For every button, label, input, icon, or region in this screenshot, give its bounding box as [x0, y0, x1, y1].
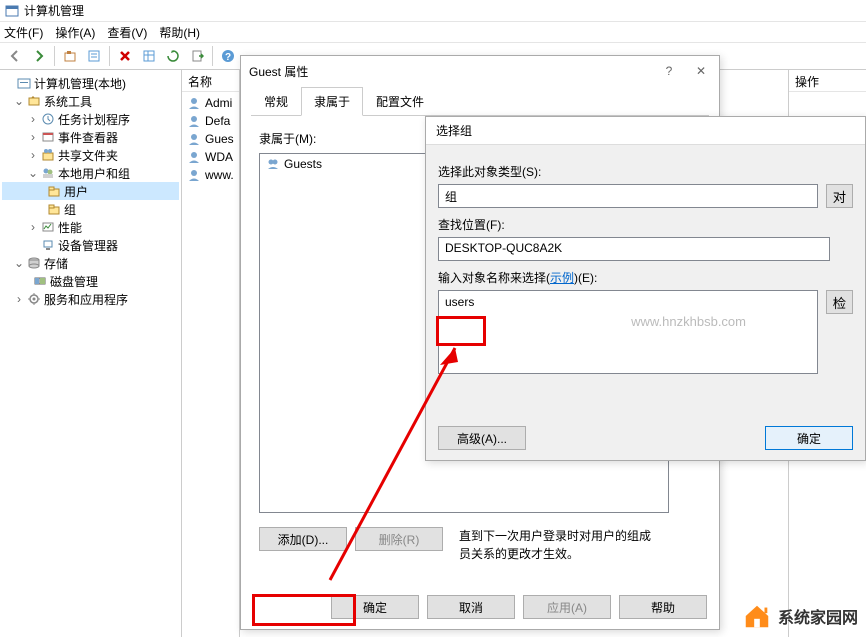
list-row[interactable]: Admi — [182, 94, 239, 112]
refresh-button[interactable] — [162, 45, 184, 67]
export-button[interactable] — [186, 45, 208, 67]
tree-root[interactable]: 计算机管理(本地) — [2, 74, 179, 92]
window-title: 计算机管理 — [24, 2, 84, 19]
forward-button[interactable] — [28, 45, 50, 67]
site-logo: 系统家园网 — [742, 601, 858, 631]
dialog-tabs: 常规 隶属于 配置文件 — [251, 86, 709, 116]
menu-help[interactable]: 帮助(H) — [159, 24, 200, 41]
menu-action[interactable]: 操作(A) — [55, 24, 95, 41]
menu-view[interactable]: 查看(V) — [107, 24, 147, 41]
object-names-input[interactable] — [438, 290, 818, 374]
tree-event-viewer[interactable]: ›事件查看器 — [2, 128, 179, 146]
user-icon — [186, 149, 202, 165]
object-types-button[interactable]: 对 — [826, 184, 853, 208]
list-header-name[interactable]: 名称 — [182, 70, 239, 92]
examples-link[interactable]: 示例 — [550, 271, 574, 285]
tree-device-manager[interactable]: 设备管理器 — [2, 236, 179, 254]
user-icon — [186, 95, 202, 111]
group-icon — [266, 157, 280, 171]
list-button[interactable] — [138, 45, 160, 67]
user-icon — [186, 167, 202, 183]
window-titlebar: 计算机管理 — [0, 0, 866, 22]
back-button[interactable] — [4, 45, 26, 67]
tree-services-apps[interactable]: ›服务和应用程序 — [2, 290, 179, 308]
svg-text:?: ? — [225, 52, 231, 63]
list-row[interactable]: Gues — [182, 130, 239, 148]
tab-general[interactable]: 常规 — [251, 87, 301, 116]
user-icon — [186, 131, 202, 147]
list-row[interactable]: WDA — [182, 148, 239, 166]
tree-performance[interactable]: ›性能 — [2, 218, 179, 236]
location-label: 查找位置(F): — [438, 216, 853, 233]
navigation-tree[interactable]: 计算机管理(本地) ⌄系统工具 ›任务计划程序 ›事件查看器 ›共享文件夹 ⌄本… — [0, 70, 182, 637]
select-groups-dialog: 选择组 选择此对象类型(S): 组 对 查找位置(F): DESKTOP-QUC… — [425, 116, 866, 461]
user-list-panel: 名称 Admi Defa Gues WDA www. — [182, 70, 240, 637]
location-field[interactable]: DESKTOP-QUC8A2K — [438, 237, 830, 261]
tree-disk-management[interactable]: 磁盘管理 — [2, 272, 179, 290]
help-icon[interactable]: ? — [659, 64, 679, 78]
dialog-title: Guest 属性 — [249, 63, 308, 80]
tab-profile[interactable]: 配置文件 — [363, 87, 437, 116]
tab-member-of[interactable]: 隶属于 — [301, 87, 363, 116]
help-button[interactable]: ? — [217, 45, 239, 67]
menu-bar: 文件(F) 操作(A) 查看(V) 帮助(H) — [0, 22, 866, 42]
add-button[interactable]: 添加(D)... — [259, 527, 347, 551]
list-row[interactable]: www. — [182, 166, 239, 184]
help-button[interactable]: 帮助 — [619, 595, 707, 619]
properties-button[interactable] — [83, 45, 105, 67]
object-names-label: 输入对象名称来选择(示例)(E): — [438, 269, 853, 286]
advanced-button[interactable]: 高级(A)... — [438, 426, 526, 450]
house-icon — [742, 601, 772, 631]
delete-button[interactable] — [114, 45, 136, 67]
tree-task-scheduler[interactable]: ›任务计划程序 — [2, 110, 179, 128]
select-ok-button[interactable]: 确定 — [765, 426, 853, 450]
tree-storage[interactable]: ⌄存储 — [2, 254, 179, 272]
up-button[interactable] — [59, 45, 81, 67]
ok-button[interactable]: 确定 — [331, 595, 419, 619]
remove-button[interactable]: 删除(R) — [355, 527, 443, 551]
select-dialog-title: 选择组 — [426, 117, 865, 145]
app-icon — [4, 3, 20, 19]
membership-note: 直到下一次用户登录时对用户的组成员关系的更改才生效。 — [459, 527, 659, 563]
close-icon[interactable]: ✕ — [691, 64, 711, 78]
tree-groups[interactable]: 组 — [2, 200, 179, 218]
tree-system-tools[interactable]: ⌄系统工具 — [2, 92, 179, 110]
list-row[interactable]: Defa — [182, 112, 239, 130]
user-icon — [186, 113, 202, 129]
tree-shared-folders[interactable]: ›共享文件夹 — [2, 146, 179, 164]
tree-local-users-groups[interactable]: ⌄本地用户和组 — [2, 164, 179, 182]
tree-users[interactable]: 用户 — [2, 182, 179, 200]
apply-button[interactable]: 应用(A) — [523, 595, 611, 619]
actions-header: 操作 — [789, 70, 866, 92]
menu-file[interactable]: 文件(F) — [4, 24, 43, 41]
object-type-field[interactable]: 组 — [438, 184, 818, 208]
cancel-button[interactable]: 取消 — [427, 595, 515, 619]
logo-text: 系统家园网 — [778, 604, 858, 628]
object-type-label: 选择此对象类型(S): — [438, 163, 853, 180]
dialog-titlebar: Guest 属性 ? ✕ — [241, 56, 719, 86]
check-names-button[interactable]: 检 — [826, 290, 853, 314]
